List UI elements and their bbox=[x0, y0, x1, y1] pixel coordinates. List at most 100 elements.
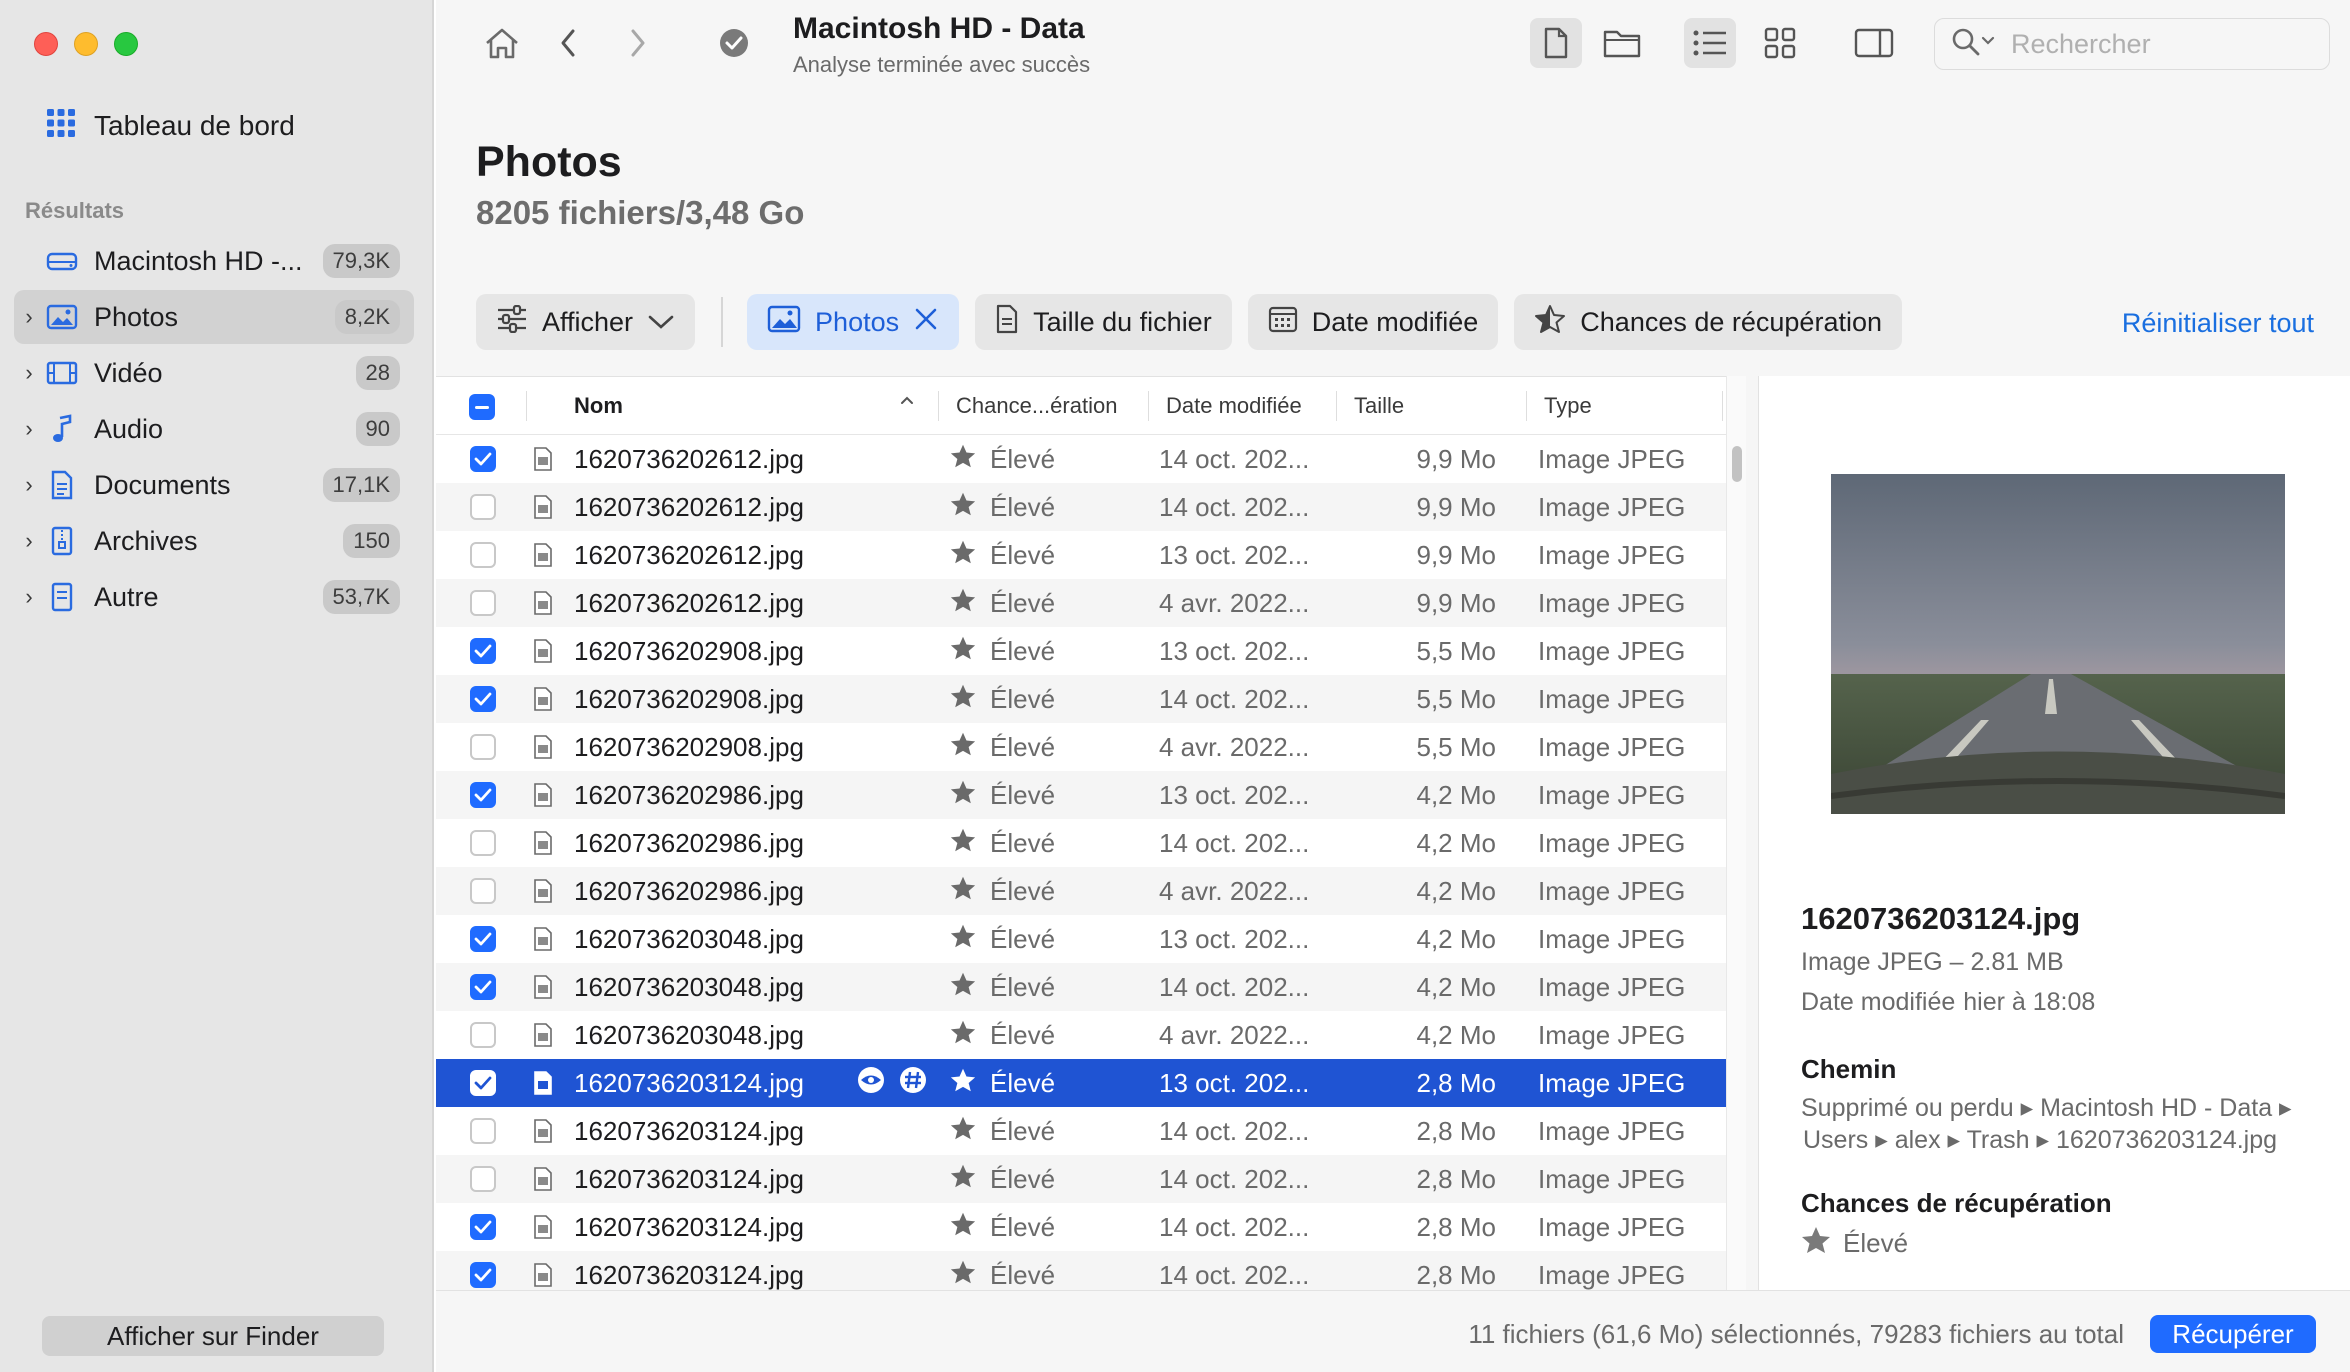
recovery-chances-filter-label: Chances de récupération bbox=[1580, 306, 1882, 337]
recovery-chances-filter-chip[interactable]: Chances de récupération bbox=[1514, 294, 1902, 350]
row-checkbox[interactable] bbox=[470, 542, 496, 568]
column-header-name[interactable]: Nom bbox=[574, 393, 623, 419]
row-checkbox[interactable] bbox=[470, 878, 496, 904]
chevron-right-icon[interactable]: › bbox=[14, 304, 44, 330]
column-header-type[interactable]: Type bbox=[1544, 393, 1592, 419]
preview-filename: 1620736203124.jpg bbox=[1801, 901, 2081, 936]
chevron-right-icon[interactable]: › bbox=[14, 472, 44, 498]
chevron-right-icon[interactable]: › bbox=[14, 360, 44, 386]
filter-divider bbox=[721, 297, 724, 347]
table-row[interactable]: 1620736202908.jpg Élevé 4 avr. 2022... 5,5 … bbox=[436, 723, 1726, 771]
row-checkbox[interactable] bbox=[470, 638, 496, 664]
table-row[interactable]: 1620736203048.jpg Élevé 4 avr. 2022... 4,2 … bbox=[436, 1011, 1726, 1059]
folder-view-icon[interactable] bbox=[1596, 18, 1648, 68]
sidebar-item-archives[interactable]: › Archives 150 bbox=[14, 514, 414, 568]
sidebar-item-other[interactable]: › Autre 53,7K bbox=[14, 570, 414, 624]
row-checkbox[interactable] bbox=[470, 1070, 496, 1096]
close-icon[interactable] bbox=[913, 306, 939, 339]
row-checkbox[interactable] bbox=[470, 974, 496, 1000]
row-checkbox[interactable] bbox=[470, 926, 496, 952]
recovery-chance-cell: Élevé bbox=[950, 867, 1055, 915]
file-size-cell: 2,8 Mo bbox=[1416, 1115, 1497, 1146]
recovery-chance-cell: Élevé bbox=[950, 1059, 1055, 1107]
row-checkbox[interactable] bbox=[470, 830, 496, 856]
column-header-chance[interactable]: Chance...ération bbox=[956, 393, 1117, 419]
file-type-cell: Image JPEG bbox=[1538, 923, 1686, 954]
star-icon bbox=[950, 1067, 976, 1100]
row-checkbox[interactable] bbox=[470, 1214, 496, 1240]
sidebar-item-photos[interactable]: › Photos 8,2K bbox=[14, 290, 414, 344]
row-checkbox[interactable] bbox=[470, 734, 496, 760]
home-icon[interactable] bbox=[476, 18, 528, 68]
table-row[interactable]: 1620736203124.jpg Élevé 14 oct. 202... 2,8 … bbox=[436, 1107, 1726, 1155]
table-row[interactable]: 1620736203124.jpg Élevé 14 oct. 202... 2,8 … bbox=[436, 1155, 1726, 1203]
table-row[interactable]: 1620736203048.jpg Élevé 14 oct. 202... 4,2 … bbox=[436, 963, 1726, 1011]
recovery-chance-cell: Élevé bbox=[950, 963, 1055, 1011]
select-all-checkbox[interactable] bbox=[469, 394, 495, 420]
sidebar-dashboard-label: Tableau de bord bbox=[94, 110, 295, 141]
preview-chance: Élevé bbox=[1801, 1226, 1908, 1261]
sidebar-item-audio[interactable]: › Audio 90 bbox=[14, 402, 414, 456]
table-row[interactable]: 1620736203048.jpg Élevé 13 oct. 202... 4,2 … bbox=[436, 915, 1726, 963]
column-header-date[interactable]: Date modifiée bbox=[1166, 393, 1302, 419]
close-window-button[interactable] bbox=[34, 32, 58, 56]
sidebar-item-video[interactable]: › Vidéo 28 bbox=[14, 346, 414, 400]
reset-all-link[interactable]: Réinitialiser tout bbox=[2122, 308, 2314, 339]
file-type-cell: Image JPEG bbox=[1538, 1163, 1686, 1194]
table-scrollbar[interactable] bbox=[1726, 376, 1746, 1290]
sort-ascending-icon[interactable] bbox=[898, 389, 916, 419]
row-checkbox[interactable] bbox=[470, 686, 496, 712]
row-checkbox[interactable] bbox=[470, 446, 496, 472]
table-row[interactable]: 1620736202612.jpg Élevé 14 oct. 202... 9,9 … bbox=[436, 435, 1726, 483]
eye-preview-icon[interactable] bbox=[856, 1065, 886, 1102]
row-checkbox[interactable] bbox=[470, 782, 496, 808]
scrollbar-thumb[interactable] bbox=[1732, 446, 1742, 482]
row-checkbox[interactable] bbox=[470, 494, 496, 520]
sidebar-item-dashboard[interactable]: Tableau de bord bbox=[46, 104, 295, 148]
chevron-right-icon[interactable]: › bbox=[14, 528, 44, 554]
preview-panel: 1620736203124.jpg Image JPEG – 2.81 MB D… bbox=[1758, 376, 2350, 1290]
zoom-window-button[interactable] bbox=[114, 32, 138, 56]
preview-panel-toggle-icon[interactable] bbox=[1848, 18, 1900, 68]
sidebar-item-documents[interactable]: › Documents 17,1K bbox=[14, 458, 414, 512]
row-checkbox[interactable] bbox=[470, 1166, 496, 1192]
table-row[interactable]: 1620736203124.jpg Élevé 14 oct. 202... 2,8 … bbox=[436, 1251, 1726, 1290]
file-view-icon[interactable] bbox=[1530, 18, 1582, 68]
table-row[interactable]: 1620736202986.jpg Élevé 14 oct. 202... 4,2 … bbox=[436, 819, 1726, 867]
table-row[interactable]: 1620736202908.jpg Élevé 14 oct. 202... 5,5 … bbox=[436, 675, 1726, 723]
table-row[interactable]: 1620736202986.jpg Élevé 13 oct. 202... 4,2 … bbox=[436, 771, 1726, 819]
chevron-right-icon[interactable]: › bbox=[14, 416, 44, 442]
file-type-cell: Image JPEG bbox=[1538, 827, 1686, 858]
row-checkbox[interactable] bbox=[470, 590, 496, 616]
archive-icon bbox=[44, 526, 80, 556]
file-size-filter-chip[interactable]: Taille du fichier bbox=[975, 294, 1232, 350]
hashtag-icon[interactable] bbox=[898, 1065, 928, 1102]
recover-button[interactable]: Récupérer bbox=[2150, 1315, 2316, 1353]
grid-view-icon[interactable] bbox=[1754, 18, 1806, 68]
table-row[interactable]: 1620736202612.jpg Élevé 14 oct. 202... 9,9 … bbox=[436, 483, 1726, 531]
row-checkbox[interactable] bbox=[470, 1262, 496, 1288]
photos-filter-chip[interactable]: Photos bbox=[747, 294, 960, 350]
row-checkbox[interactable] bbox=[470, 1022, 496, 1048]
table-row[interactable]: 1620736203124.jpg Élevé 14 oct. 202... 2,8 … bbox=[436, 1203, 1726, 1251]
show-in-finder-button[interactable]: Afficher sur Finder bbox=[42, 1316, 384, 1356]
show-filter-dropdown[interactable]: Afficher bbox=[476, 294, 696, 350]
table-row[interactable]: 1620736203124.jpg Élevé 13 oct. 202... 2,8 … bbox=[436, 1059, 1726, 1107]
table-row[interactable]: 1620736202612.jpg Élevé 13 oct. 202... 9,9 … bbox=[436, 531, 1726, 579]
sidebar-item-macintosh-hd[interactable]: Macintosh HD -... 79,3K bbox=[14, 234, 414, 288]
table-row[interactable]: 1620736202908.jpg Élevé 13 oct. 202... 5,5 … bbox=[436, 627, 1726, 675]
table-row[interactable]: 1620736202612.jpg Élevé 4 avr. 2022... 9,9 … bbox=[436, 579, 1726, 627]
table-row[interactable]: 1620736202986.jpg Élevé 4 avr. 2022... 4,2 … bbox=[436, 867, 1726, 915]
date-modified-cell: 14 oct. 202... bbox=[1159, 971, 1310, 1002]
column-header-size[interactable]: Taille bbox=[1354, 393, 1404, 419]
row-checkbox[interactable] bbox=[470, 1118, 496, 1144]
chevron-right-icon[interactable]: › bbox=[14, 584, 44, 610]
back-arrow-icon[interactable] bbox=[542, 18, 594, 68]
list-view-icon[interactable] bbox=[1684, 18, 1736, 68]
minimize-window-button[interactable] bbox=[74, 32, 98, 56]
star-icon bbox=[950, 1115, 976, 1148]
search-field[interactable] bbox=[1934, 18, 2330, 70]
search-input[interactable] bbox=[2011, 28, 2311, 60]
forward-arrow-icon[interactable] bbox=[612, 18, 664, 68]
date-modified-filter-chip[interactable]: Date modifiée bbox=[1247, 294, 1499, 350]
